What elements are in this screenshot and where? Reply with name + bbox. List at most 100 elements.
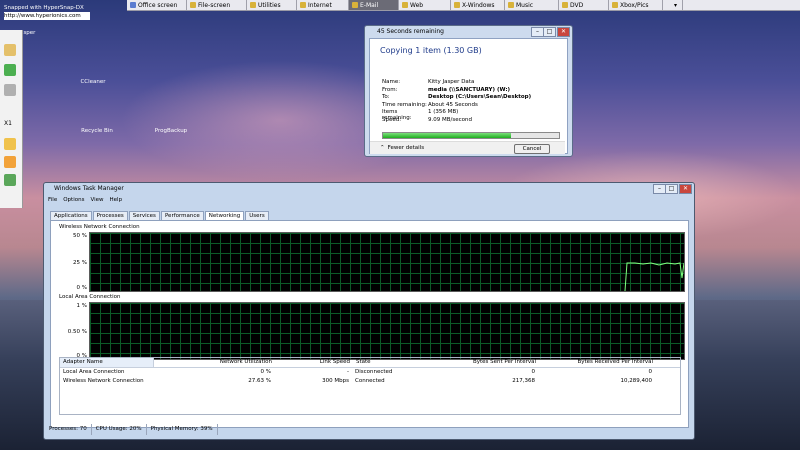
- folder-icon: [300, 2, 306, 8]
- table-row[interactable]: Local Area Connection 0 % - Disconnected 0 0: [60, 368, 680, 377]
- menu-item[interactable]: Help: [110, 197, 123, 203]
- copy-field-key: Speed:: [382, 116, 402, 123]
- menu-item[interactable]: File: [48, 197, 57, 203]
- app-icon[interactable]: [4, 174, 16, 186]
- toolbar-item[interactable]: File-screen: [187, 0, 247, 10]
- menu-item[interactable]: View: [90, 197, 103, 203]
- column-header[interactable]: Bytes Sent Per Interval: [446, 358, 536, 367]
- fewer-details-toggle[interactable]: ⌃ Fewer details: [380, 145, 424, 151]
- table-header: Adapter Name Network Utilization Link Spee…: [60, 358, 680, 368]
- menu-item[interactable]: Options: [63, 197, 84, 203]
- wireless-usage-line: [624, 262, 684, 291]
- status-cpu: CPU Usage: 20%: [92, 424, 147, 435]
- toolbar-item[interactable]: X-Windows: [451, 0, 505, 10]
- copy-field-value: Desktop (C:\Users\Sean\Desktop): [428, 94, 532, 100]
- snap-banner-line2: http://www.hyperionics.com: [4, 12, 90, 20]
- folder-icon: [612, 2, 618, 8]
- status-processes: Processes: 70: [45, 424, 92, 435]
- tab-applications[interactable]: Applications: [50, 211, 92, 220]
- copy-progress-fill: [383, 133, 512, 138]
- folder-icon[interactable]: [4, 44, 16, 56]
- folder-icon: [454, 2, 460, 8]
- tm-maximize-button[interactable]: □: [665, 184, 678, 194]
- cancel-button[interactable]: Cancel: [514, 144, 550, 154]
- copy-field-key: To:: [382, 94, 390, 100]
- network-icon[interactable]: [274, 152, 296, 174]
- folder-icon: [666, 2, 672, 8]
- copy-field-row: Time remaining: About 45 Seconds: [382, 102, 478, 108]
- wireless-tick-bottom: 0 %: [76, 285, 87, 291]
- left-quicklaunch-bar: X1: [0, 30, 23, 208]
- toolbar-item-label: Music: [516, 1, 534, 9]
- table-cell: 0 %: [260, 369, 271, 375]
- copy-field-key: Time remaining:: [382, 101, 427, 108]
- tab-processes[interactable]: Processes: [92, 211, 128, 220]
- tab-services[interactable]: Services: [128, 211, 160, 220]
- progbackup-icon[interactable]: [160, 104, 182, 126]
- chat-icon[interactable]: [4, 156, 16, 168]
- tab-performance[interactable]: Performance: [160, 211, 204, 220]
- envelope-icon[interactable]: [4, 138, 16, 150]
- column-header[interactable]: Bytes Received Per Interval: [536, 358, 653, 367]
- tm-close-button[interactable]: ✕: [679, 184, 692, 194]
- toolbar-item[interactable]: Internet: [297, 0, 349, 10]
- table-cell: 217,368: [512, 378, 535, 384]
- avatar-icon[interactable]: [4, 84, 16, 96]
- toolbar-item[interactable]: ▾: [663, 0, 683, 10]
- progbackup-label: ProgBackup: [154, 128, 188, 134]
- table-cell: Disconnected: [355, 369, 393, 375]
- toolbar-item[interactable]: Xbox/Pics: [609, 0, 663, 10]
- snap-banner-line1: Snapped with HyperSnap-DX: [4, 5, 84, 11]
- maximize-button[interactable]: □: [543, 27, 556, 37]
- fewer-details-label: Fewer details: [387, 145, 425, 151]
- toolbar-item[interactable]: Utilities: [247, 0, 297, 10]
- table-cell: 0: [531, 369, 536, 375]
- copy-field-row: Name: Kitty Jasper Data: [382, 79, 474, 85]
- toolbar-item[interactable]: Office screen: [127, 0, 187, 10]
- tab-networking[interactable]: Networking: [204, 211, 245, 220]
- ccleaner-icon[interactable]: [82, 53, 104, 75]
- table-row[interactable]: Wireless Network Connection 27.63 % 300 Mb…: [60, 377, 680, 386]
- toolbar-item[interactable]: E-Mail: [349, 0, 399, 10]
- x1-label: X1: [4, 120, 12, 127]
- copy-field-key: Name:: [382, 79, 401, 85]
- wireless-tick-mid: 25 %: [73, 260, 87, 266]
- copy-dialog: 45 Seconds remaining – □ ✕ Copying 1 ite…: [364, 25, 573, 157]
- wireless-graph: [89, 232, 685, 292]
- copy-field-row: Speed: 9.09 MB/second: [382, 117, 472, 123]
- close-button[interactable]: ✕: [557, 27, 570, 37]
- itunes-icon[interactable]: [82, 156, 104, 178]
- folder-icon: [250, 2, 256, 8]
- photo-icon[interactable]: [160, 156, 182, 178]
- table-cell: Local Area Connection: [63, 369, 125, 375]
- toolbar-item-label: ▾: [674, 1, 678, 9]
- toolbar-item-label: DVD: [570, 1, 584, 9]
- toolbar-item[interactable]: Music: [505, 0, 559, 10]
- table-cell: -: [347, 369, 349, 375]
- toolbar-item[interactable]: Web: [399, 0, 451, 10]
- folder-icon: [508, 2, 514, 8]
- toolbar-item[interactable]: DVD: [559, 0, 609, 10]
- table-cell: 27.63 %: [248, 378, 271, 384]
- toolbar-item-label: Internet: [308, 1, 332, 9]
- column-header[interactable]: State: [350, 358, 446, 367]
- quicktime-icon[interactable]: [236, 152, 258, 174]
- status-bar: Processes: 70 CPU Usage: 20% Physical Me…: [45, 424, 691, 435]
- tab-users[interactable]: Users: [245, 211, 269, 220]
- recycle-bin-label: Recycle Bin: [81, 128, 113, 134]
- toolbar-item-label: E-Mail: [360, 1, 379, 9]
- column-header[interactable]: Network Utilization: [154, 358, 272, 367]
- green-arrow-icon[interactable]: [4, 64, 16, 76]
- table-cell: Wireless Network Connection: [63, 378, 144, 384]
- adapter-table: Adapter Name Network Utilization Link Spee…: [59, 357, 681, 415]
- lan-graph-title: Local Area Connection: [59, 294, 121, 300]
- column-header[interactable]: Adapter Name: [60, 358, 154, 367]
- recycle-bin-icon[interactable]: [86, 104, 108, 126]
- copy-field-row: From: media (\\SANCTUARY) (W:): [382, 87, 510, 93]
- toolbar-item-label: Web: [410, 1, 424, 9]
- wireless-tick-top: 50 %: [73, 233, 87, 239]
- folder-icon: [130, 2, 136, 8]
- copy-field-row: To: Desktop (C:\Users\Sean\Desktop): [382, 94, 531, 100]
- column-header[interactable]: Link Speed: [272, 358, 350, 367]
- lan-tick-top: 1 %: [76, 303, 87, 309]
